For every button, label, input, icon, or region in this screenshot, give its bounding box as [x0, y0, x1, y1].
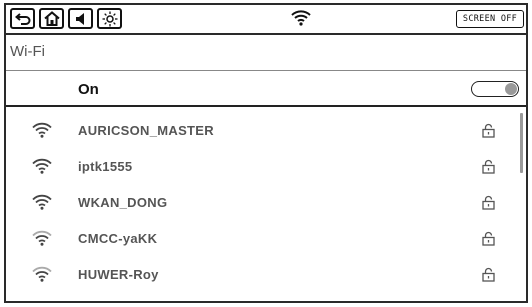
wifi-signal-icon: [32, 266, 52, 282]
brightness-icon: [102, 11, 117, 26]
network-ssid: AURICSON_MASTER: [78, 123, 214, 138]
network-row[interactable]: WKAN_DONG: [6, 185, 526, 221]
wifi-icon: [291, 10, 311, 26]
network-ssid: iptk1555: [78, 159, 133, 174]
lock-icon: [482, 195, 495, 210]
lock-icon: [482, 123, 495, 138]
network-ssid: HUWER-Roy: [78, 267, 159, 282]
top-bar: SCREEN OFF: [6, 5, 526, 35]
toggle-knob: [505, 83, 517, 95]
lock-icon: [482, 231, 495, 246]
network-ssid: WKAN_DONG: [78, 195, 168, 210]
home-button[interactable]: [39, 8, 64, 29]
wifi-signal-icon: [32, 158, 52, 174]
screen-off-button[interactable]: SCREEN OFF: [456, 10, 524, 28]
divider: [6, 105, 526, 107]
wifi-toggle-label: On: [78, 81, 99, 98]
wifi-signal-icon: [32, 122, 52, 138]
network-row[interactable]: HUWER-Roy: [6, 257, 526, 293]
lock-icon: [482, 267, 495, 282]
back-icon: [14, 12, 30, 25]
network-row[interactable]: CMCC-yaKK: [6, 221, 526, 257]
volume-button[interactable]: [68, 8, 93, 29]
back-button[interactable]: [10, 8, 35, 29]
lock-icon: [482, 159, 495, 174]
wifi-toggle-switch[interactable]: [471, 81, 519, 97]
scrollbar[interactable]: [520, 113, 523, 173]
wifi-signal-icon: [32, 194, 52, 210]
device-screen: SCREEN OFF Wi-Fi On AURICSON_MASTER iptk…: [4, 3, 528, 303]
network-row[interactable]: iptk1555: [6, 149, 526, 185]
wifi-signal-icon: [32, 230, 52, 246]
volume-icon: [75, 12, 84, 25]
home-icon: [43, 11, 60, 26]
page-title: Wi-Fi: [10, 43, 45, 60]
network-ssid: CMCC-yaKK: [78, 231, 158, 246]
brightness-button[interactable]: [97, 8, 122, 29]
network-row[interactable]: AURICSON_MASTER: [6, 113, 526, 149]
divider: [6, 70, 526, 71]
